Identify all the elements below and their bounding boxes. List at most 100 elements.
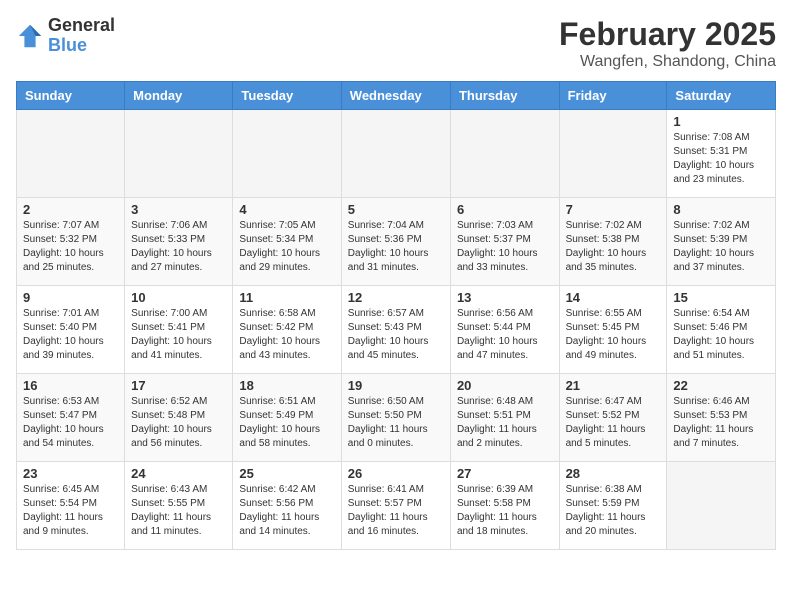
calendar-cell: 2 Sunrise: 7:07 AM Sunset: 5:32 PM Daylig… [17, 198, 125, 286]
day-number: 20 [457, 378, 553, 393]
day-number: 26 [348, 466, 444, 481]
calendar-week-row: 1 Sunrise: 7:08 AM Sunset: 5:31 PM Daylig… [17, 110, 776, 198]
day-number: 1 [673, 114, 769, 129]
day-info: Sunrise: 6:43 AM Sunset: 5:55 PM Dayligh… [131, 483, 226, 539]
day-number: 6 [457, 202, 553, 217]
calendar-cell: 10 Sunrise: 7:00 AM Sunset: 5:41 PM Dayli… [125, 286, 233, 374]
weekday-header: Friday [559, 82, 667, 110]
day-info: Sunrise: 7:01 AM Sunset: 5:40 PM Dayligh… [23, 307, 118, 363]
weekday-header: Saturday [667, 82, 776, 110]
day-info: Sunrise: 6:39 AM Sunset: 5:58 PM Dayligh… [457, 483, 553, 539]
calendar-week-row: 23 Sunrise: 6:45 AM Sunset: 5:54 PM Dayli… [17, 462, 776, 550]
logo: General Blue [16, 16, 115, 56]
logo-icon [16, 22, 44, 50]
day-info: Sunrise: 6:55 AM Sunset: 5:45 PM Dayligh… [566, 307, 661, 363]
day-info: Sunrise: 7:02 AM Sunset: 5:39 PM Dayligh… [673, 219, 769, 275]
day-number: 21 [566, 378, 661, 393]
calendar-cell: 16Sunrise: 6:53 AM Sunset: 5:47 PM Dayli… [17, 374, 125, 462]
calendar-cell: 20 Sunrise: 6:48 AM Sunset: 5:51 PM Dayli… [450, 374, 559, 462]
day-number: 7 [566, 202, 661, 217]
day-info: Sunrise: 7:02 AM Sunset: 5:38 PM Dayligh… [566, 219, 661, 275]
calendar-cell: 26 Sunrise: 6:41 AM Sunset: 5:57 PM Dayli… [341, 462, 450, 550]
calendar-cell: 6 Sunrise: 7:03 AM Sunset: 5:37 PM Daylig… [450, 198, 559, 286]
day-info: Sunrise: 7:06 AM Sunset: 5:33 PM Dayligh… [131, 219, 226, 275]
day-number: 5 [348, 202, 444, 217]
weekday-header: Wednesday [341, 82, 450, 110]
calendar-cell: 24 Sunrise: 6:43 AM Sunset: 5:55 PM Dayli… [125, 462, 233, 550]
day-number: 11 [239, 290, 334, 305]
calendar-cell: 25Sunrise: 6:42 AM Sunset: 5:56 PM Dayli… [233, 462, 341, 550]
day-info: Sunrise: 6:38 AM Sunset: 5:59 PM Dayligh… [566, 483, 661, 539]
day-info: Sunrise: 6:50 AM Sunset: 5:50 PM Dayligh… [348, 395, 444, 451]
day-number: 19 [348, 378, 444, 393]
weekday-header: Monday [125, 82, 233, 110]
day-number: 24 [131, 466, 226, 481]
calendar-cell: 17 Sunrise: 6:52 AM Sunset: 5:48 PM Dayli… [125, 374, 233, 462]
day-info: Sunrise: 6:45 AM Sunset: 5:54 PM Dayligh… [23, 483, 118, 539]
calendar-cell: 8 Sunrise: 7:02 AM Sunset: 5:39 PM Daylig… [667, 198, 776, 286]
weekday-header: Sunday [17, 82, 125, 110]
day-info: Sunrise: 7:03 AM Sunset: 5:37 PM Dayligh… [457, 219, 553, 275]
calendar-week-row: 16Sunrise: 6:53 AM Sunset: 5:47 PM Dayli… [17, 374, 776, 462]
calendar-cell: 7 Sunrise: 7:02 AM Sunset: 5:38 PM Daylig… [559, 198, 667, 286]
day-info: Sunrise: 7:07 AM Sunset: 5:32 PM Dayligh… [23, 219, 118, 275]
day-number: 3 [131, 202, 226, 217]
weekday-header: Tuesday [233, 82, 341, 110]
day-number: 8 [673, 202, 769, 217]
day-number: 23 [23, 466, 118, 481]
calendar-cell: 9 Sunrise: 7:01 AM Sunset: 5:40 PM Daylig… [17, 286, 125, 374]
day-info: Sunrise: 6:48 AM Sunset: 5:51 PM Dayligh… [457, 395, 553, 451]
calendar-cell [125, 110, 233, 198]
day-number: 27 [457, 466, 553, 481]
day-number: 25 [239, 466, 334, 481]
calendar-week-row: 2 Sunrise: 7:07 AM Sunset: 5:32 PM Daylig… [17, 198, 776, 286]
calendar: SundayMondayTuesdayWednesdayThursdayFrid… [16, 81, 776, 550]
calendar-cell: 23 Sunrise: 6:45 AM Sunset: 5:54 PM Dayli… [17, 462, 125, 550]
day-number: 22 [673, 378, 769, 393]
day-number: 9 [23, 290, 118, 305]
weekday-header-row: SundayMondayTuesdayWednesdayThursdayFrid… [17, 82, 776, 110]
calendar-cell: 13 Sunrise: 6:56 AM Sunset: 5:44 PM Dayli… [450, 286, 559, 374]
day-number: 12 [348, 290, 444, 305]
day-number: 2 [23, 202, 118, 217]
day-number: 10 [131, 290, 226, 305]
calendar-cell: 3 Sunrise: 7:06 AM Sunset: 5:33 PM Daylig… [125, 198, 233, 286]
calendar-cell [559, 110, 667, 198]
day-number: 18 [239, 378, 334, 393]
day-info: Sunrise: 7:08 AM Sunset: 5:31 PM Dayligh… [673, 131, 769, 187]
logo-general-text: General [48, 15, 115, 35]
header: General Blue February 2025 Wangfen, Shan… [16, 16, 776, 71]
calendar-cell [667, 462, 776, 550]
calendar-cell: 22Sunrise: 6:46 AM Sunset: 5:53 PM Dayli… [667, 374, 776, 462]
calendar-cell [341, 110, 450, 198]
calendar-week-row: 9 Sunrise: 7:01 AM Sunset: 5:40 PM Daylig… [17, 286, 776, 374]
calendar-cell: 21Sunrise: 6:47 AM Sunset: 5:52 PM Dayli… [559, 374, 667, 462]
calendar-cell: 4Sunrise: 7:05 AM Sunset: 5:34 PM Daylig… [233, 198, 341, 286]
month-title: February 2025 [559, 16, 776, 53]
logo-blue-text: Blue [48, 35, 87, 55]
calendar-cell [450, 110, 559, 198]
calendar-cell: 12 Sunrise: 6:57 AM Sunset: 5:43 PM Dayli… [341, 286, 450, 374]
weekday-header: Thursday [450, 82, 559, 110]
day-info: Sunrise: 6:54 AM Sunset: 5:46 PM Dayligh… [673, 307, 769, 363]
calendar-cell: 11Sunrise: 6:58 AM Sunset: 5:42 PM Dayli… [233, 286, 341, 374]
calendar-cell: 15 Sunrise: 6:54 AM Sunset: 5:46 PM Dayli… [667, 286, 776, 374]
day-info: Sunrise: 6:41 AM Sunset: 5:57 PM Dayligh… [348, 483, 444, 539]
day-info: Sunrise: 6:53 AM Sunset: 5:47 PM Dayligh… [23, 395, 118, 451]
day-number: 4 [239, 202, 334, 217]
calendar-cell: 1 Sunrise: 7:08 AM Sunset: 5:31 PM Daylig… [667, 110, 776, 198]
calendar-cell: 19 Sunrise: 6:50 AM Sunset: 5:50 PM Dayli… [341, 374, 450, 462]
day-number: 13 [457, 290, 553, 305]
day-number: 17 [131, 378, 226, 393]
calendar-cell: 28Sunrise: 6:38 AM Sunset: 5:59 PM Dayli… [559, 462, 667, 550]
day-info: Sunrise: 6:51 AM Sunset: 5:49 PM Dayligh… [239, 395, 334, 451]
day-info: Sunrise: 6:52 AM Sunset: 5:48 PM Dayligh… [131, 395, 226, 451]
day-info: Sunrise: 6:56 AM Sunset: 5:44 PM Dayligh… [457, 307, 553, 363]
calendar-cell: 27 Sunrise: 6:39 AM Sunset: 5:58 PM Dayli… [450, 462, 559, 550]
location-title: Wangfen, Shandong, China [559, 53, 776, 71]
day-number: 15 [673, 290, 769, 305]
calendar-cell: 18 Sunrise: 6:51 AM Sunset: 5:49 PM Dayli… [233, 374, 341, 462]
day-info: Sunrise: 7:00 AM Sunset: 5:41 PM Dayligh… [131, 307, 226, 363]
day-info: Sunrise: 6:57 AM Sunset: 5:43 PM Dayligh… [348, 307, 444, 363]
logo-text: General Blue [48, 16, 115, 56]
